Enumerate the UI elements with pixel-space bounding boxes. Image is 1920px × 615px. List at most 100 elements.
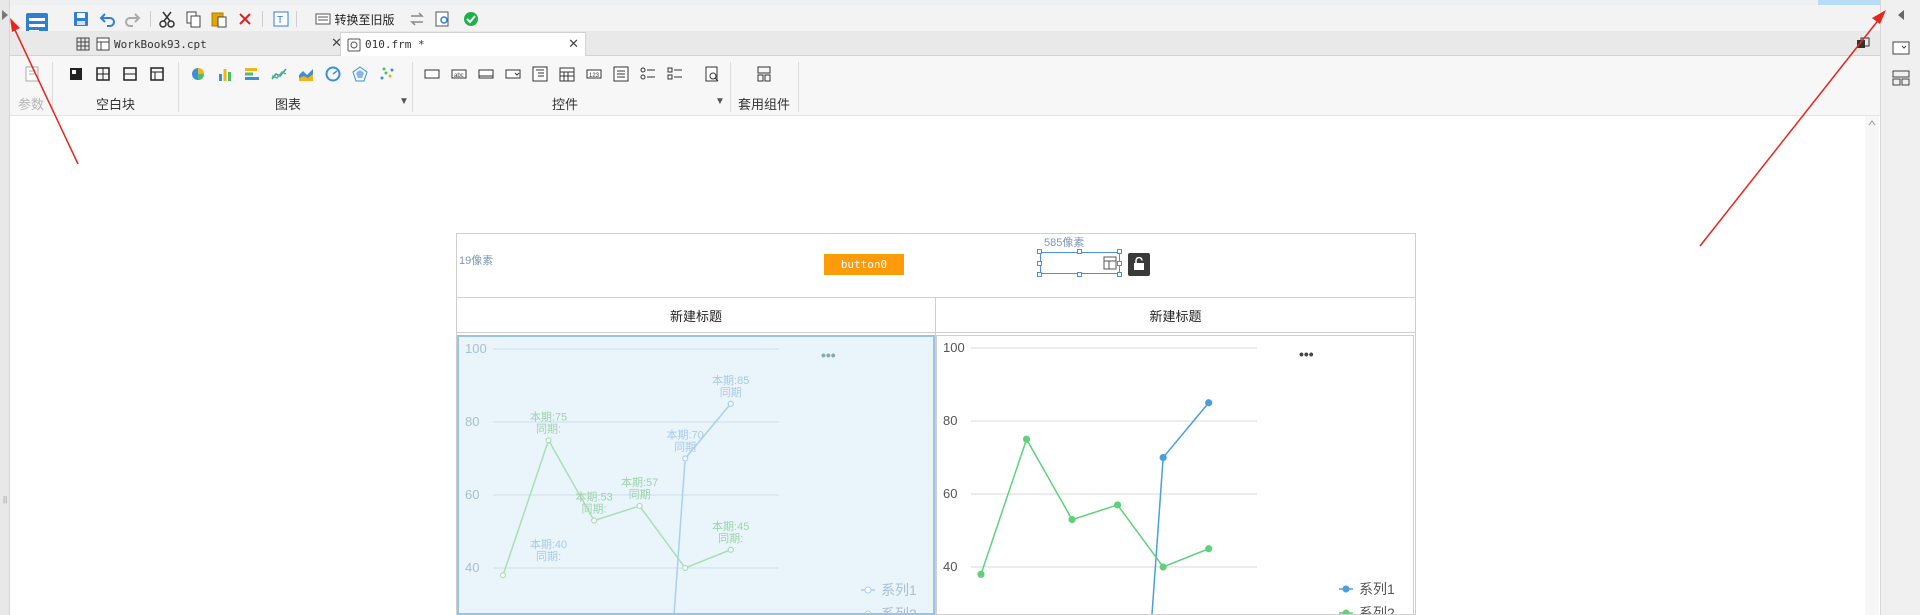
more-options-icon[interactable]: •••: [821, 347, 836, 363]
y-tick-label: 40: [943, 559, 957, 574]
data-label: 同期: [629, 488, 651, 501]
more-options-icon[interactable]: •••: [1299, 346, 1314, 362]
widget-settings-icon[interactable]: [1892, 40, 1910, 56]
y-tick-label: 40: [465, 560, 479, 575]
y-tick-label: 100: [943, 340, 965, 355]
data-label: 本期:53: [575, 490, 612, 504]
tab-label: WorkBook93.cpt: [114, 37, 207, 51]
reuse-component-icon[interactable]: [756, 66, 772, 82]
tab-010-frm[interactable]: 010.frm * ✕: [340, 32, 586, 56]
collapse-right-icon[interactable]: [1895, 8, 1907, 22]
scatter-chart-icon[interactable]: [379, 66, 395, 82]
data-label: 同期:: [582, 503, 607, 516]
resize-handle[interactable]: [1037, 272, 1042, 277]
right-property-strip: [1880, 0, 1920, 615]
checkbox-group-widget-icon[interactable]: [667, 66, 683, 82]
parameter-icon[interactable]: [24, 66, 40, 82]
cut-icon[interactable]: [158, 8, 176, 30]
check-icon[interactable]: [462, 8, 480, 30]
data-point: [1205, 399, 1213, 407]
horizontal-layout-icon[interactable]: [122, 66, 138, 82]
data-point: [1159, 453, 1167, 462]
query-widget-icon[interactable]: [704, 66, 720, 82]
chart-title-right[interactable]: 新建标题: [936, 297, 1415, 333]
legend-marker: [1342, 585, 1350, 593]
blank-block-group-label: 空白块: [96, 97, 136, 112]
save-icon[interactable]: [72, 8, 90, 30]
chart-widget-left[interactable]: 100 80 60 40 ••• 本期:85 同期 本期:75 同期: 本期:70 同期 本期:57 同…: [457, 335, 935, 615]
number-widget-icon[interactable]: 123: [586, 66, 602, 82]
button0-widget[interactable]: button0: [824, 254, 904, 275]
splitter-grip-icon[interactable]: ||: [3, 495, 7, 504]
widget-group-expand-icon[interactable]: ▼: [715, 96, 725, 107]
tab-label: 010.frm *: [365, 38, 425, 51]
area-chart-icon[interactable]: [298, 66, 314, 82]
paste-icon[interactable]: [210, 8, 228, 30]
data-point: [682, 564, 689, 572]
data-point: [682, 455, 689, 462]
chart-title-left[interactable]: 新建标题: [457, 297, 935, 333]
y-tick-label: 60: [943, 486, 957, 501]
data-point: [727, 546, 734, 553]
y-tick-label: 60: [465, 487, 479, 502]
resize-handle[interactable]: [1117, 261, 1122, 266]
line-chart-icon[interactable]: [271, 66, 287, 82]
reuse-component-group-label: 套用组件: [738, 97, 791, 112]
resize-handle[interactable]: [1117, 272, 1122, 277]
expand-left-icon[interactable]: [2, 10, 8, 20]
copy-icon[interactable]: [184, 8, 202, 30]
resize-handle[interactable]: [1037, 249, 1042, 254]
widget-group-label: 控件: [552, 97, 579, 112]
close-icon[interactable]: ✕: [568, 37, 579, 52]
left-collapse-strip[interactable]: ||: [0, 0, 10, 615]
chart-widget-right[interactable]: 100 80 60 40 ••• 系列1 系列2: [936, 335, 1414, 615]
series-line: [980, 437, 1209, 575]
data-point: [1068, 515, 1076, 524]
text-field-widget-icon[interactable]: [478, 66, 494, 82]
bar-chart-icon[interactable]: [217, 66, 233, 82]
tab-list-icon[interactable]: [1856, 37, 1870, 51]
resize-handle[interactable]: [1037, 261, 1042, 266]
data-point: [1205, 545, 1213, 553]
convert-to-old-version-button[interactable]: 转换至旧版: [306, 8, 404, 30]
text-box-icon[interactable]: T: [272, 8, 290, 30]
switch-icon[interactable]: [408, 8, 426, 30]
label-widget-icon[interactable]: abc: [451, 66, 467, 82]
lock-toggle[interactable]: [1128, 253, 1150, 276]
legend-label: 系列1: [1359, 581, 1395, 597]
resize-handle[interactable]: [1117, 249, 1122, 254]
svg-text:123: 123: [589, 73, 600, 79]
absolute-layout-icon[interactable]: [68, 66, 84, 82]
tree-widget-icon[interactable]: [532, 66, 548, 82]
horizontal-bar-chart-icon[interactable]: [244, 66, 260, 82]
dropdown-widget-icon[interactable]: [505, 66, 521, 82]
redo-icon[interactable]: [124, 8, 142, 30]
radio-group-widget-icon[interactable]: [640, 66, 656, 82]
data-label: 同期: [720, 386, 742, 399]
chart-group-expand-icon[interactable]: ▼: [399, 96, 409, 107]
selected-widget[interactable]: [1040, 252, 1120, 274]
radar-chart-icon[interactable]: [352, 66, 368, 82]
button-widget-icon[interactable]: [424, 66, 440, 82]
preview-icon[interactable]: [434, 8, 452, 30]
data-label: 本期:45: [712, 519, 749, 533]
resize-handle[interactable]: [1077, 272, 1082, 277]
scroll-up-icon[interactable]: [1868, 120, 1876, 126]
parameters-label: 参数: [18, 97, 45, 112]
component-layout-icon[interactable]: [1892, 70, 1910, 86]
tab-layout-icon[interactable]: [149, 66, 165, 82]
vertical-scrollbar[interactable]: [1865, 116, 1879, 615]
split-layout-icon[interactable]: [95, 66, 111, 82]
delete-icon[interactable]: [236, 8, 254, 30]
ribbon-separator: [52, 62, 53, 112]
data-label: 同期:: [718, 532, 743, 545]
pie-chart-icon[interactable]: [190, 66, 206, 82]
gauge-chart-icon[interactable]: [325, 66, 341, 82]
date-widget-icon[interactable]: [559, 66, 575, 82]
resize-handle[interactable]: [1077, 249, 1082, 254]
width-pixel-label: 585像素: [1044, 237, 1085, 249]
undo-icon[interactable]: [98, 8, 116, 30]
tab-workbook93[interactable]: WorkBook93.cpt ✕: [70, 32, 348, 56]
convert-icon: [315, 13, 331, 25]
list-widget-icon[interactable]: [613, 66, 629, 82]
